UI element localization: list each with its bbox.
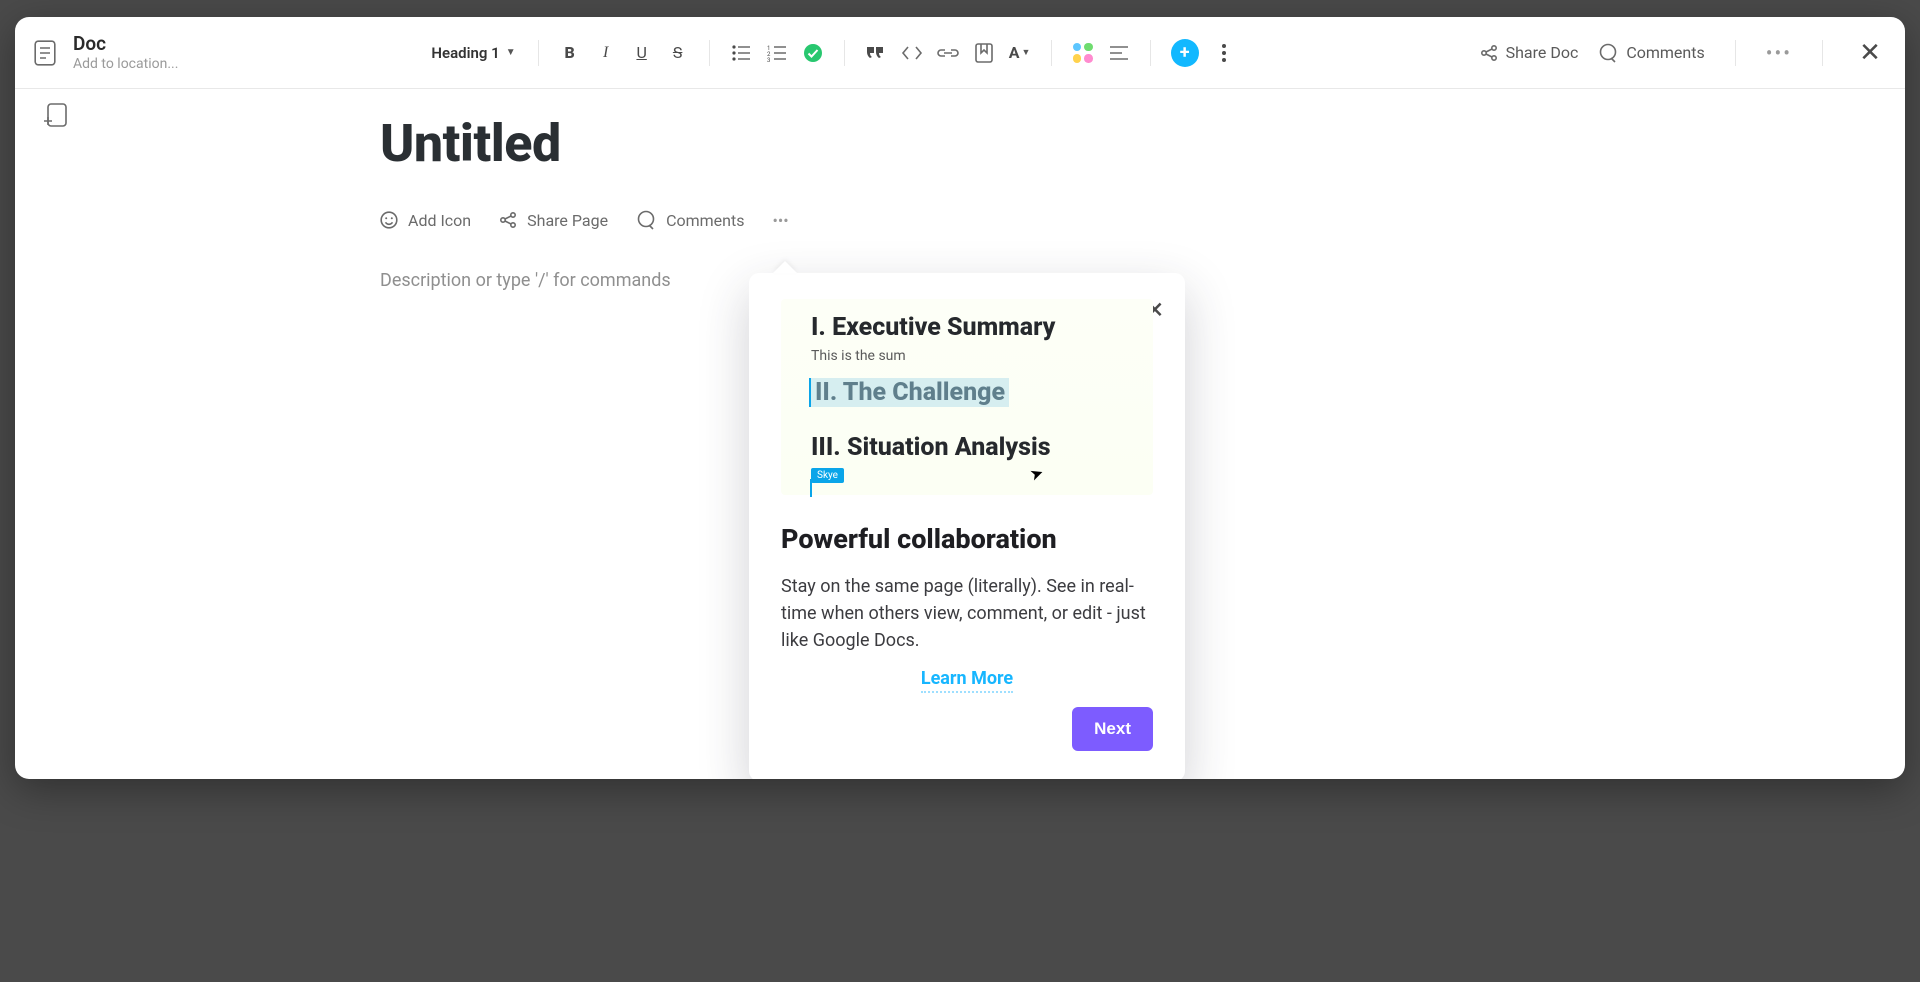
comments-label: Comments (1626, 43, 1704, 62)
highlight-color-button[interactable] (1068, 38, 1098, 68)
cursor-icon: ➤ (1027, 462, 1046, 484)
toolbar-separator (709, 40, 710, 66)
popover-preview-image: I. Executive Summary This is the sum II.… (781, 299, 1153, 495)
add-page-gutter-button[interactable] (43, 103, 67, 129)
popover-body: Stay on the same page (literally). See i… (781, 573, 1153, 654)
share-page-button[interactable]: Share Page (499, 211, 608, 230)
popover-caret (773, 261, 797, 273)
comment-icon (1598, 43, 1618, 63)
svg-text:3: 3 (767, 57, 770, 62)
text-color-button[interactable]: A▼ (1005, 38, 1035, 68)
share-icon (499, 211, 517, 229)
italic-button[interactable]: I (591, 38, 621, 68)
popover-title: Powerful collaboration (781, 523, 1153, 555)
checklist-button[interactable] (798, 38, 828, 68)
comment-icon (636, 210, 656, 230)
toolbar-separator (1150, 40, 1151, 66)
doc-location-placeholder: Add to location... (73, 56, 178, 72)
share-doc-label: Share Doc (1506, 43, 1579, 62)
page-comments-label: Comments (666, 211, 744, 230)
underline-button[interactable]: U (627, 38, 657, 68)
heading-level-select[interactable]: Heading 1 ▼ (425, 44, 521, 62)
ellipsis-icon: ••• (772, 211, 788, 230)
color-grid-icon (1073, 43, 1093, 63)
toolbar-separator (1051, 40, 1052, 66)
share-icon (1480, 44, 1498, 62)
next-button[interactable]: Next (1072, 707, 1153, 751)
doc-icon (29, 37, 61, 69)
topbar-right-cluster: Share Doc Comments ••• ✕ (1480, 38, 1887, 68)
code-button[interactable] (897, 38, 927, 68)
strike-icon: S (673, 43, 683, 62)
strikethrough-button[interactable]: S (663, 38, 693, 68)
editor-topbar: Doc Add to location... Heading 1 ▼ B I U… (15, 17, 1905, 89)
preview-heading-1: I. Executive Summary (811, 313, 1133, 342)
toolbar-separator (844, 40, 845, 66)
toolbar-separator (1822, 40, 1823, 66)
heading-level-label: Heading 1 (431, 44, 499, 62)
bulleted-list-button[interactable] (726, 38, 756, 68)
page-actions-row: Add Icon Share Page Comments ••• (380, 210, 1300, 230)
learn-more-link[interactable]: Learn More (921, 668, 1013, 693)
toolbar-separator (538, 40, 539, 66)
preview-body-text: This is the sum (811, 348, 1133, 364)
preview-heading-3: III. Situation Analysis (811, 433, 1133, 462)
toolbar-separator (1735, 40, 1736, 66)
add-icon-label: Add Icon (408, 211, 471, 230)
add-icon-button[interactable]: Add Icon (380, 211, 471, 230)
numbered-list-button[interactable]: 123 (762, 38, 792, 68)
smiley-icon (380, 211, 398, 229)
insert-button[interactable]: + (1167, 38, 1203, 68)
quote-button[interactable] (861, 38, 891, 68)
page-comments-button[interactable]: Comments (636, 210, 744, 230)
bold-button[interactable]: B (555, 38, 585, 68)
chevron-down-icon: ▼ (1022, 47, 1031, 58)
doc-type-label: Doc (73, 33, 178, 55)
doc-title-block[interactable]: Doc Add to location... (73, 33, 178, 73)
bookmark-button[interactable] (969, 38, 999, 68)
page-more-button[interactable]: ••• (772, 211, 788, 230)
align-button[interactable] (1104, 38, 1134, 68)
share-doc-button[interactable]: Share Doc (1480, 43, 1579, 62)
underline-icon: U (636, 43, 646, 62)
preview-heading-2: II. The Challenge (811, 378, 1009, 407)
doc-title-heading[interactable]: Untitled (380, 113, 1300, 174)
bold-icon: B (564, 43, 574, 62)
plus-circle-icon: + (1171, 39, 1199, 67)
close-doc-button[interactable]: ✕ (1853, 38, 1887, 68)
toolbar-more-button[interactable] (1209, 38, 1239, 68)
chevron-down-icon: ▼ (506, 47, 516, 58)
doc-editor-window: Doc Add to location... Heading 1 ▼ B I U… (15, 17, 1905, 779)
italic-icon: I (603, 44, 608, 62)
doc-more-button[interactable]: ••• (1766, 41, 1792, 65)
preview-user-flag: Skye (811, 468, 844, 483)
text-color-icon: A (1009, 43, 1020, 62)
share-page-label: Share Page (527, 211, 608, 230)
formatting-toolbar: Heading 1 ▼ B I U S 123 (425, 38, 1238, 68)
link-button[interactable] (933, 38, 963, 68)
comments-button[interactable]: Comments (1598, 43, 1704, 63)
onboarding-popover: × I. Executive Summary This is the sum I… (749, 273, 1185, 779)
